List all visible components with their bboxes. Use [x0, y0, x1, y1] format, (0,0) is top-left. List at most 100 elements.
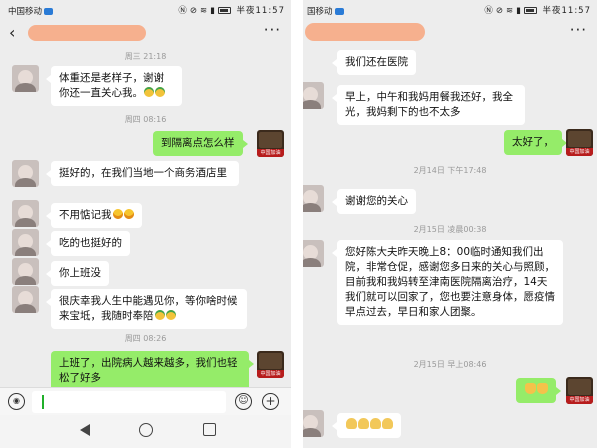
- contact-avatar[interactable]: [303, 410, 324, 437]
- thumbs-up-emoji-icon: [537, 383, 548, 394]
- incoming-message-bubble[interactable]: 不用惦记我: [46, 203, 142, 228]
- signal-icon: ▮: [516, 6, 522, 16]
- sprout-emoji-icon: [144, 87, 154, 97]
- contact-avatar[interactable]: [12, 286, 39, 313]
- nfc-icon: Ⓝ: [484, 6, 494, 16]
- more-actions-plus-icon[interactable]: +: [262, 393, 279, 410]
- incoming-message-bubble[interactable]: 体重还是老样子，谢谢你还一直关心我。: [46, 66, 182, 106]
- battery-icon: [217, 7, 231, 14]
- grin-emoji-icon: [112, 209, 123, 219]
- hd-badge-icon: [334, 8, 344, 15]
- incoming-message-bubble[interactable]: 早上，中午和我妈用餐我还好，我全光，我妈剩下的也不太多: [332, 85, 525, 125]
- my-avatar[interactable]: [257, 351, 284, 378]
- contact-avatar[interactable]: [12, 229, 39, 256]
- outgoing-message-bubble[interactable]: [516, 378, 561, 403]
- contact-avatar[interactable]: [12, 258, 39, 285]
- back-arrow-icon[interactable]: ‹: [9, 23, 15, 42]
- carrier-label: 国移动: [307, 5, 344, 17]
- carrier-name: 国移动: [307, 7, 333, 17]
- message-text: 上班了，出院病人越来越多，我们也轻松了好多: [59, 357, 238, 384]
- nav-home-icon[interactable]: [139, 423, 153, 437]
- contact-avatar[interactable]: [12, 65, 39, 92]
- message-input[interactable]: [32, 391, 226, 413]
- message-composer: ◉ ☺ +: [0, 387, 291, 415]
- message-text: 很庆幸我人生中能遇见你，等你啥时候来宝坻，我随时奉陪: [59, 295, 238, 322]
- incoming-message-bubble[interactable]: [332, 413, 401, 438]
- chat-header: ‹ ···: [0, 20, 291, 46]
- nav-recents-icon[interactable]: [203, 423, 216, 436]
- message-text: 不用惦记我: [59, 209, 112, 221]
- sprout-emoji-icon: [165, 310, 176, 320]
- folded-hands-emoji-icon: [358, 418, 369, 429]
- mute-icon: ⊘: [189, 6, 198, 16]
- timestamp: 2月15日 早上08:46: [413, 360, 487, 369]
- hd-badge-icon: [44, 8, 54, 15]
- signal-icon: ▮: [210, 6, 216, 16]
- timestamp: 周四 08:16: [124, 115, 167, 124]
- battery-icon: [523, 7, 537, 14]
- my-avatar[interactable]: [566, 129, 593, 156]
- my-avatar[interactable]: [257, 130, 284, 157]
- grin-emoji-icon: [123, 209, 134, 219]
- incoming-message-bubble[interactable]: 我们还在医院: [332, 50, 416, 75]
- redacted-contact-name: [305, 23, 425, 41]
- contact-avatar[interactable]: [303, 82, 324, 109]
- message-text: 你上班没: [59, 267, 101, 279]
- contact-avatar[interactable]: [303, 240, 324, 267]
- mute-icon: ⊘: [495, 6, 504, 16]
- carrier-name: 中国移动: [8, 7, 43, 17]
- message-text: 到隔离点怎么样: [161, 137, 235, 149]
- message-text: 您好陈大夫昨天晚上8：00临时通知我们出院，非常仓促，感谢您多日来的关心与照顾，…: [345, 246, 555, 318]
- timestamp: 2月14日 下午17:48: [413, 166, 487, 175]
- sprout-emoji-icon: [155, 87, 165, 97]
- folded-hands-emoji-icon: [382, 418, 393, 429]
- more-options-icon[interactable]: ···: [570, 21, 587, 39]
- incoming-message-bubble[interactable]: 你上班没: [46, 261, 109, 286]
- contact-avatar[interactable]: [303, 185, 324, 212]
- status-icons: Ⓝ ⊘ ≋ ▮ 半夜11:57: [176, 4, 285, 16]
- status-clock: 半夜11:57: [542, 6, 591, 16]
- message-text: 太好了，: [512, 136, 554, 148]
- message-text: 谢谢您的关心: [345, 195, 408, 207]
- timestamp: 周三 21:18: [124, 52, 167, 61]
- incoming-message-bubble[interactable]: 挺好的，在我们当地一个商务酒店里: [46, 161, 239, 186]
- chat-header: ···: [303, 20, 597, 46]
- outgoing-message-bubble[interactable]: 太好了，: [504, 130, 567, 155]
- message-text: 挺好的，在我们当地一个商务酒店里: [59, 167, 227, 179]
- timestamp: 2月15日 凌晨00:38: [413, 225, 487, 234]
- wifi-icon: ≋: [199, 6, 209, 16]
- status-clock: 半夜11:57: [236, 6, 285, 16]
- status-bar: 中国移动 Ⓝ ⊘ ≋ ▮ 半夜11:57: [0, 0, 291, 20]
- message-text: 早上，中午和我妈用餐我还好，我全光，我妈剩下的也不太多: [345, 91, 513, 118]
- message-text: 吃的也挺好的: [59, 237, 122, 249]
- text-caret: [42, 395, 44, 409]
- folded-hands-emoji-icon: [346, 418, 357, 429]
- wifi-icon: ≋: [505, 6, 515, 16]
- voice-input-icon[interactable]: ◉: [8, 393, 25, 410]
- incoming-message-bubble[interactable]: 很庆幸我人生中能遇见你，等你啥时候来宝坻，我随时奉陪: [46, 289, 247, 329]
- redacted-contact-name: [28, 25, 146, 41]
- contact-avatar[interactable]: [12, 160, 39, 187]
- incoming-message-bubble[interactable]: 您好陈大夫昨天晚上8：00临时通知我们出院，非常仓促，感谢您多日来的关心与照顾，…: [332, 240, 563, 325]
- left-chat-screen: 中国移动 Ⓝ ⊘ ≋ ▮ 半夜11:57 ‹ ··· 周三 21:18 体重还是老样子…: [0, 0, 291, 448]
- more-options-icon[interactable]: ···: [264, 21, 281, 39]
- nfc-icon: Ⓝ: [178, 6, 188, 16]
- outgoing-message-bubble[interactable]: 到隔离点怎么样: [153, 131, 247, 156]
- contact-avatar[interactable]: [12, 200, 39, 227]
- outgoing-message-bubble[interactable]: 上班了，出院病人越来越多，我们也轻松了好多: [51, 351, 254, 391]
- status-bar: 国移动 Ⓝ ⊘ ≋ ▮ 半夜11:57: [303, 0, 597, 20]
- nav-back-icon[interactable]: [80, 424, 90, 436]
- folded-hands-emoji-icon: [370, 418, 381, 429]
- carrier-label: 中国移动: [8, 5, 54, 17]
- timestamp: 周四 08:26: [124, 334, 167, 343]
- right-chat-screen: 国移动 Ⓝ ⊘ ≋ ▮ 半夜11:57 ··· 我们还在医院 早上，中午和我妈用餐我还…: [303, 0, 597, 448]
- my-avatar[interactable]: [566, 377, 593, 404]
- message-text: 我们还在医院: [345, 56, 408, 68]
- system-nav-bar: [0, 415, 291, 448]
- emoji-picker-icon[interactable]: ☺: [235, 393, 252, 410]
- thumbs-up-emoji-icon: [525, 383, 536, 394]
- sprout-emoji-icon: [154, 310, 165, 320]
- status-icons: Ⓝ ⊘ ≋ ▮ 半夜11:57: [482, 4, 591, 16]
- incoming-message-bubble[interactable]: 吃的也挺好的: [46, 231, 130, 256]
- incoming-message-bubble[interactable]: 谢谢您的关心: [332, 189, 416, 214]
